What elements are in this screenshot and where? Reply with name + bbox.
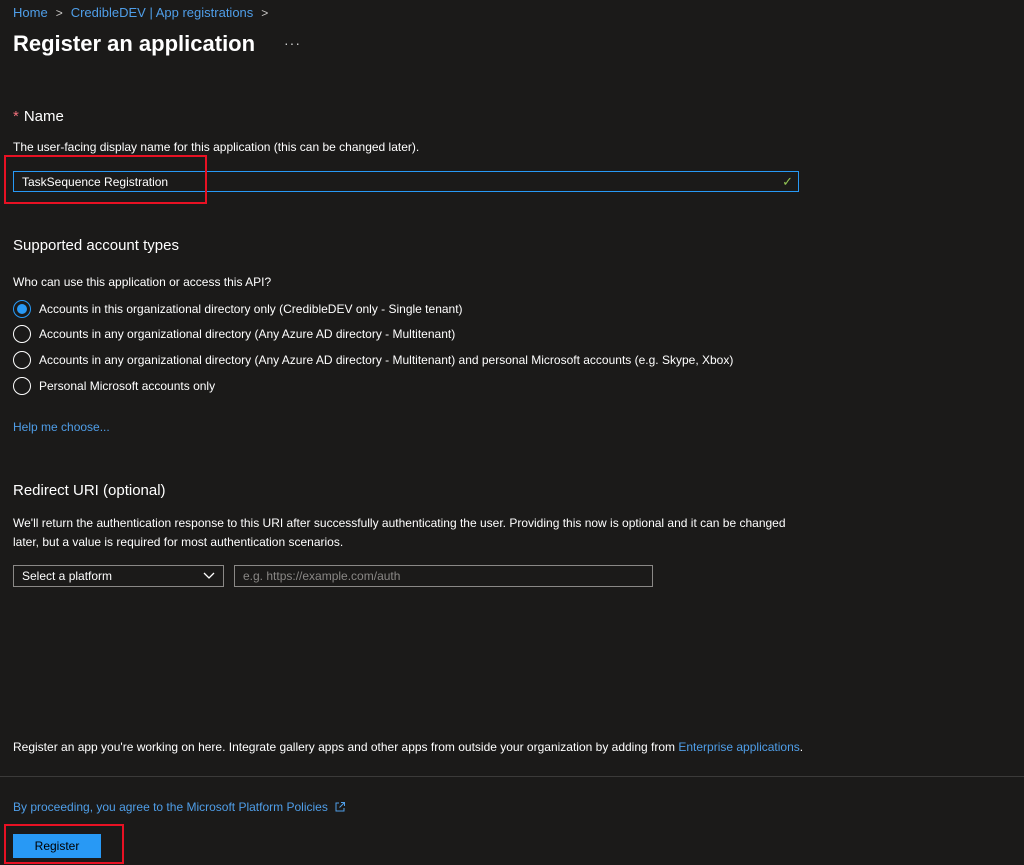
platform-select[interactable]: Select a platform	[13, 565, 224, 587]
radio-icon[interactable]	[13, 351, 31, 369]
chevron-right-icon: >	[55, 5, 63, 20]
platform-policies-text[interactable]: By proceeding, you agree to the Microsof…	[13, 800, 328, 814]
external-link-icon	[335, 802, 345, 812]
account-option-single-tenant[interactable]: Accounts in this organizational director…	[13, 300, 463, 318]
platform-policies-link[interactable]: By proceeding, you agree to the Microsof…	[13, 800, 346, 814]
footer-note-end: .	[799, 740, 804, 754]
name-description: The user-facing display name for this ap…	[13, 140, 420, 154]
highlight-box	[4, 155, 207, 204]
redirect-uri-description: We'll return the authentication response…	[13, 516, 786, 549]
radio-selected-icon[interactable]	[13, 300, 31, 318]
name-label-text: Name	[23, 108, 64, 125]
footer-note-text: Register an app you're working on here. …	[13, 740, 679, 754]
account-types-title: Supported account types	[13, 237, 179, 254]
account-types-question: Who can use this application or access t…	[13, 275, 272, 289]
account-option-label: Accounts in this organizational director…	[39, 302, 463, 316]
check-icon: ✓	[782, 174, 793, 189]
breadcrumb-app-registrations[interactable]: CredibleDEV | App registrations	[71, 5, 254, 20]
redirect-uri-field[interactable]	[234, 565, 653, 587]
redirect-uri-input[interactable]	[243, 569, 643, 583]
chevron-down-icon	[203, 572, 215, 579]
account-option-label: Accounts in any organizational directory…	[39, 353, 734, 367]
account-option-multitenant-personal[interactable]: Accounts in any organizational directory…	[13, 351, 733, 369]
account-option-personal-only[interactable]: Personal Microsoft accounts only	[13, 377, 215, 395]
platform-select-value: Select a platform	[22, 569, 113, 583]
chevron-right-icon: >	[261, 5, 269, 20]
enterprise-applications-link[interactable]: Enterprise applications	[678, 740, 799, 754]
required-indicator: *	[13, 108, 19, 125]
breadcrumb-home[interactable]: Home	[13, 5, 48, 20]
redirect-uri-title: Redirect URI (optional)	[13, 482, 166, 499]
radio-icon[interactable]	[13, 377, 31, 395]
name-label: * Name	[13, 108, 64, 125]
breadcrumb: Home > CredibleDEV | App registrations >	[13, 5, 276, 20]
page-title: Register an application	[13, 31, 256, 56]
footer-note: Register an app you're working on here. …	[13, 740, 803, 754]
account-option-multitenant[interactable]: Accounts in any organizational directory…	[13, 325, 455, 343]
divider	[0, 776, 1024, 777]
more-options-icon[interactable]: ···	[284, 35, 301, 51]
radio-icon[interactable]	[13, 325, 31, 343]
help-me-choose-link[interactable]: Help me choose...	[13, 420, 110, 434]
highlight-box	[4, 824, 124, 864]
account-option-label: Accounts in any organizational directory…	[39, 327, 456, 341]
account-option-label: Personal Microsoft accounts only	[39, 379, 216, 393]
